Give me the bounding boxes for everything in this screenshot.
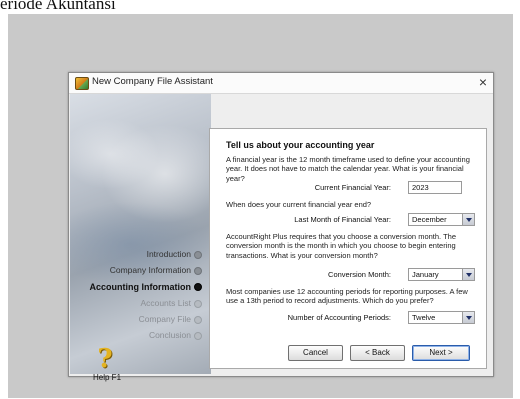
step-introduction: Introduction <box>90 246 202 262</box>
step-status-icon <box>194 332 202 341</box>
current-year-input[interactable]: 2023 <box>408 181 462 194</box>
accounting-periods-text: Most companies use 12 accounting periods… <box>226 287 468 306</box>
step-company-file: Company File <box>90 311 202 327</box>
step-conclusion: Conclusion <box>90 327 202 343</box>
back-button[interactable]: < Back <box>350 345 405 361</box>
page-caption: eriode Akuntansi <box>0 0 116 13</box>
step-list: Introduction Company Information Account… <box>90 246 202 344</box>
chevron-down-icon <box>462 214 474 225</box>
step-company-information: Company Information <box>90 262 202 278</box>
title-bar: New Company File Assistant × <box>69 73 493 94</box>
screenshot-frame: New Company File Assistant × Introductio… <box>8 14 513 398</box>
next-button[interactable]: Next > <box>412 345 470 361</box>
content-panel: Tell us about your accounting year A fin… <box>209 128 487 369</box>
current-year-label: Current Financial Year: <box>314 183 391 192</box>
conversion-month-select[interactable]: January <box>408 268 475 281</box>
cancel-button[interactable]: Cancel <box>288 345 343 361</box>
help-icon[interactable]: ? <box>91 346 119 375</box>
help-label[interactable]: Help F1 <box>93 373 121 382</box>
step-status-icon <box>194 283 202 292</box>
accounting-periods-select[interactable]: Twelve <box>408 311 475 324</box>
step-status-icon <box>194 267 202 276</box>
step-status-icon <box>194 250 202 259</box>
close-button[interactable]: × <box>479 74 487 90</box>
last-month-label: Last Month of Financial Year: <box>294 215 391 224</box>
last-month-select[interactable]: December <box>408 213 475 226</box>
chevron-down-icon <box>462 312 474 323</box>
conversion-month-label: Conversion Month: <box>328 270 391 279</box>
chevron-down-icon <box>462 269 474 280</box>
app-icon <box>75 77 89 90</box>
step-status-icon <box>194 299 202 308</box>
side-panel: Introduction Company Information Account… <box>70 94 211 374</box>
step-accounts-list: Accounts List <box>90 295 202 311</box>
window-title: New Company File Assistant <box>92 76 213 87</box>
step-accounting-information: Accounting Information <box>90 279 202 295</box>
section-heading: Tell us about your accounting year <box>226 140 375 150</box>
conversion-month-text: AccountRight Plus requires that you choo… <box>226 232 456 260</box>
year-end-question: When does your current financial year en… <box>226 200 372 209</box>
financial-year-text: A financial year is the 12 month timefra… <box>226 155 470 183</box>
step-status-icon <box>194 315 202 324</box>
assistant-window: New Company File Assistant × Introductio… <box>68 72 494 382</box>
accounting-periods-label: Number of Accounting Periods: <box>287 313 391 322</box>
